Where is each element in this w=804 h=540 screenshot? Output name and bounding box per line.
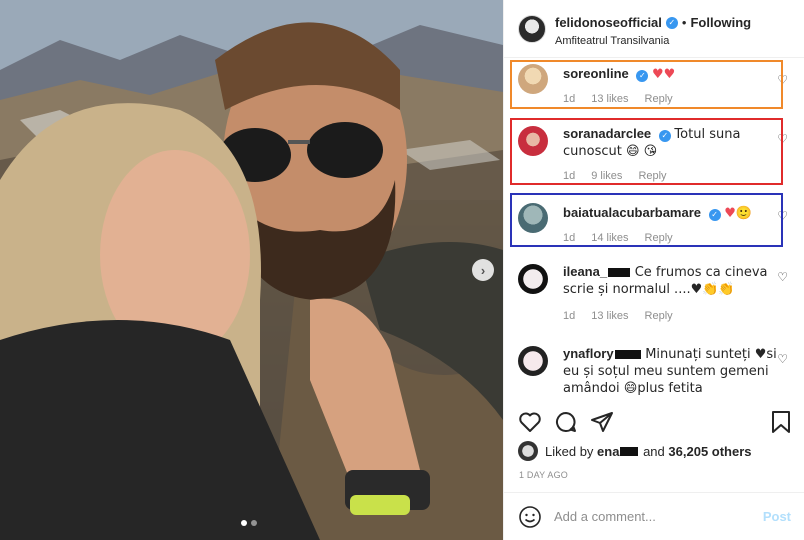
comment-username[interactable]: soranadarclee [563,126,651,141]
comment-username[interactable]: baiatualacubarbamare [563,205,701,220]
author-avatar[interactable] [518,15,546,43]
emoji-smiley-icon[interactable] [518,505,542,529]
author-username[interactable]: felidonoseofficial [555,15,662,30]
carousel-dot [251,520,257,526]
commenter-avatar[interactable] [518,126,548,156]
comment-text: baiatualacubarbamare ✓ ♥🙂 [563,205,777,222]
reply-button[interactable]: Reply [645,232,673,244]
comment-text: soranadarclee ✓ Totul suna cunoscut 😄 😘 [563,126,777,160]
reply-button[interactable]: Reply [645,93,673,105]
comment-username[interactable]: ynaflory [563,346,614,361]
carousel-indicator [241,520,257,526]
post-timestamp[interactable]: 1 DAY AGO [519,470,568,480]
post-comment-button[interactable]: Post [763,509,791,524]
post-actions [504,404,804,442]
comment-text: ileana_ Ce frumos ca cineva scrie și nor… [563,264,777,298]
comment-username[interactable]: soreonline [563,66,629,81]
share-paper-plane-icon[interactable] [590,410,614,434]
verified-icon: ✓ [708,209,721,221]
verified-icon: ✓ [658,130,671,142]
comment-composer: Add a comment... Post [504,492,804,540]
liker-avatar[interactable] [518,441,538,461]
comment-username[interactable]: ileana_ [563,264,607,279]
like-comment-heart-icon[interactable]: ♡ [777,270,788,284]
redaction-bar [620,446,639,456]
add-comment-input[interactable]: Add a comment... [554,509,763,524]
verified-icon: ✓ [636,70,649,82]
comments-list[interactable]: soreonline ✓ ♥♥ 1d 13 likes Reply ♡ sora… [504,58,804,404]
comment-text: ynaflory Minunați sunteți ♥si eu și soțu… [563,346,777,397]
like-comment-heart-icon[interactable]: ♡ [777,73,788,87]
liked-by-prefix: Liked by [545,443,594,459]
liked-by-and: and [643,443,665,459]
separator-dot: • [681,15,687,30]
carousel-dot-active [241,520,247,526]
post-side-panel: felidonoseofficial ✓ • Following Amfitea… [503,0,804,540]
comment-meta: 1d 13 likes Reply [563,93,673,105]
comment-meta: 1d 9 likes Reply [563,170,667,182]
like-comment-heart-icon[interactable]: ♡ [777,352,788,366]
save-bookmark-icon[interactable] [770,410,792,434]
reply-button[interactable]: Reply [645,310,673,322]
commenter-avatar[interactable] [518,64,548,94]
redaction-bar [608,268,631,278]
photo-illustration [0,0,503,540]
post-photo: › [0,0,503,540]
post-header: felidonoseofficial ✓ • Following Amfitea… [504,0,804,58]
comment-age: 1d [563,232,576,244]
comment-text: soreonline ✓ ♥♥ [563,66,777,83]
comment-meta: 1d 13 likes Reply [563,310,673,322]
commenter-avatar[interactable] [518,264,548,294]
following-button[interactable]: Following [690,15,751,30]
comment-meta: 1d 14 likes Reply [563,232,673,244]
comment-likes[interactable]: 14 likes [591,232,628,244]
reply-button[interactable]: Reply [638,170,666,182]
like-comment-heart-icon[interactable]: ♡ [777,132,788,146]
redaction-bar [614,350,641,360]
liker-username[interactable]: ena [597,444,619,459]
comment-body: ♥♥ [652,67,676,82]
comment-age: 1d [563,310,576,322]
comment-body: ♥🙂 [724,206,753,221]
comment-likes[interactable]: 13 likes [591,310,628,322]
comment-likes[interactable]: 9 likes [591,170,622,182]
verified-icon: ✓ [665,16,678,29]
comment-likes[interactable]: 13 likes [591,93,628,105]
post-location[interactable]: Amfiteatrul Transilvania [555,35,751,47]
like-heart-icon[interactable] [518,410,542,434]
carousel-next-button[interactable]: › [472,259,494,281]
comment-bubble-icon[interactable] [554,410,578,434]
like-comment-heart-icon[interactable]: ♡ [777,209,788,223]
likes-summary: Liked by ena and 36,205 others [518,441,752,461]
chevron-right-icon: › [480,262,486,278]
commenter-avatar[interactable] [518,203,548,233]
comment-age: 1d [563,93,576,105]
likes-count-button[interactable]: 36,205 others [668,444,751,459]
comment-age: 1d [563,170,576,182]
commenter-avatar[interactable] [518,346,548,376]
